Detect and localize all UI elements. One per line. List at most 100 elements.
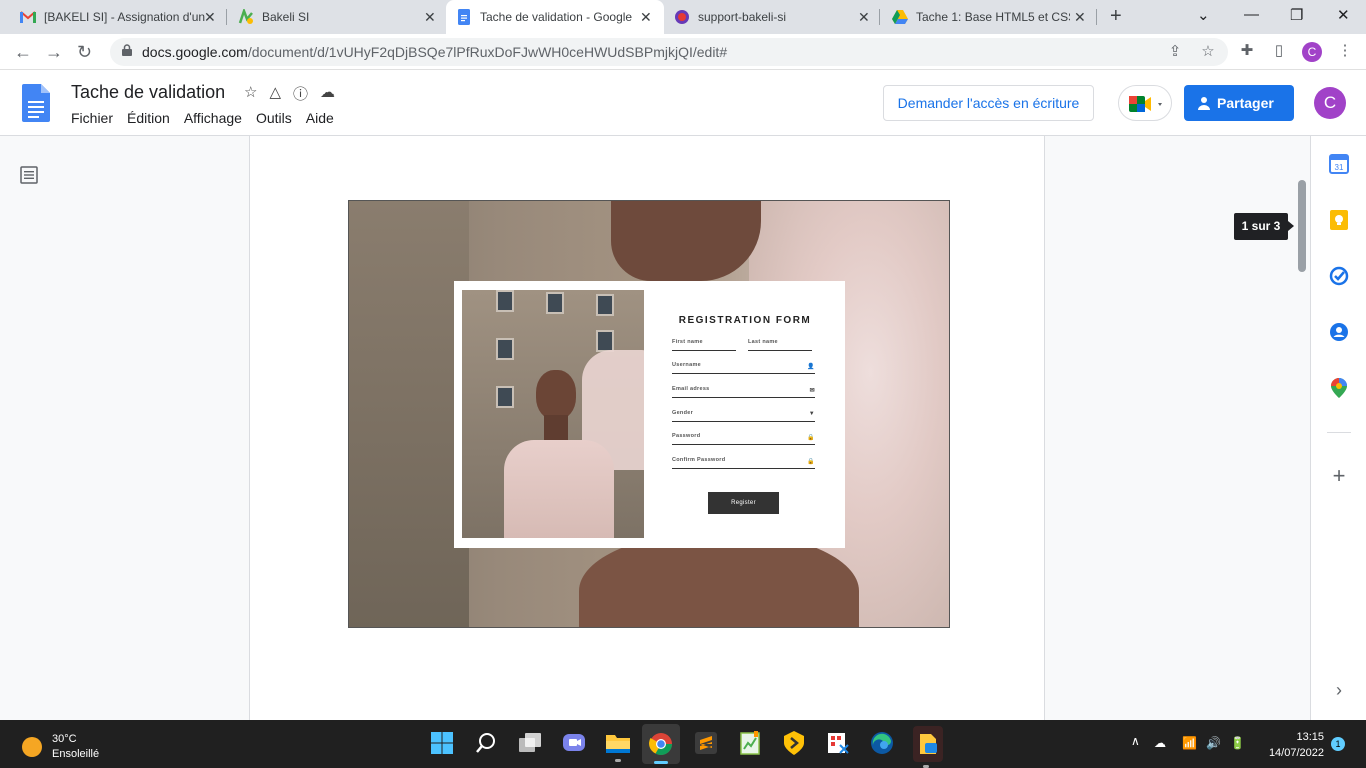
new-tab-button[interactable]: + [1110,6,1122,26]
edge-icon[interactable] [869,730,895,756]
photo-dress [504,440,614,538]
tab-bakeli[interactable]: Bakeli SI [230,0,420,34]
close-tab-icon[interactable]: ✕ [204,9,216,25]
teams-chat-icon[interactable] [561,730,587,756]
restore-icon[interactable]: ❐ [1290,6,1303,24]
tab-gmail[interactable]: [BAKELI SI] - Assignation d'un [12,0,217,34]
vertical-scrollbar[interactable] [1298,180,1306,272]
document-outline-icon[interactable] [20,166,38,184]
document-canvas: REGISTRATION FORM First name Last name U… [0,136,1310,720]
photo-window [496,290,514,312]
close-tab-icon[interactable]: ✕ [858,9,870,25]
notification-badge[interactable]: 1 [1331,737,1345,751]
onedrive-icon[interactable]: ☁ [1154,736,1166,750]
menu-affichage[interactable]: Affichage [184,110,242,126]
close-tab-icon[interactable]: ✕ [424,9,436,25]
back-icon[interactable]: ← [14,42,32,62]
menu-kebab-icon[interactable]: ⋮ [1336,42,1354,60]
extensions-icon[interactable]: ✚ [1238,42,1256,60]
share-page-icon[interactable]: ⇪ [1166,43,1184,61]
show-hidden-icons[interactable]: ∧ [1131,734,1140,748]
close-tab-icon[interactable]: ✕ [1074,9,1086,25]
file-explorer-icon[interactable] [605,730,631,762]
os-taskbar: 30°C Ensoleillé ∧ ☁ 📶 🔊 🔋 13:15 14/07/20… [0,720,1366,768]
username-field: Username 👤 [672,362,815,374]
document-title[interactable]: Tache de validation [71,82,225,103]
meet-button[interactable] [1118,85,1172,121]
bakeli-icon [238,9,254,25]
docs-logo-icon[interactable] [22,84,50,122]
registration-card: REGISTRATION FORM First name Last name U… [454,281,845,548]
tasks-icon[interactable] [1329,266,1349,286]
tab-docs[interactable]: Tache de validation - Google [446,0,664,34]
account-avatar[interactable]: C [1314,87,1346,119]
app-grid-icon[interactable] [825,730,851,756]
side-panel: 31 + › [1310,136,1366,720]
share-button[interactable]: Partager [1184,85,1294,121]
search-icon[interactable] [473,730,499,756]
reload-icon[interactable]: ↻ [77,42,92,62]
system-clock[interactable]: 13:15 14/07/2022 [1262,729,1324,761]
bookmark-star-icon[interactable]: ☆ [1199,43,1217,61]
photo-window [596,294,614,316]
mail-icon: ✉ [809,388,815,394]
address-bar[interactable]: docs.google.com/document/d/1vUHyF2qDjBSQ… [110,38,1228,66]
close-window-icon[interactable]: ✕ [1337,6,1350,24]
start-icon[interactable] [429,730,455,756]
embedded-form-screenshot[interactable]: REGISTRATION FORM First name Last name U… [348,200,950,628]
register-button: Register [708,492,779,514]
url-text: docs.google.com/document/d/1vUHyF2qDjBSQ… [142,44,728,60]
gmail-icon [20,9,36,25]
tab-drive[interactable]: Tache 1: Base HTML5 et CSS3 [884,0,1070,34]
add-addon-icon[interactable]: + [1329,463,1349,488]
calendar-icon[interactable]: 31 [1329,154,1349,174]
first-name-field: First name [672,339,736,351]
app-icon [674,9,690,25]
forward-icon[interactable]: → [45,42,63,62]
tab-search-icon[interactable]: ⌄ [1197,6,1210,24]
notepad-chart-icon[interactable] [737,730,763,756]
maps-icon[interactable] [1329,378,1349,398]
star-icon[interactable]: ☆ [244,83,257,104]
chrome-icon[interactable] [642,724,680,764]
menu-edition[interactable]: Édition [127,110,170,126]
cloud-status-icon[interactable]: ☁ [320,83,335,104]
confirm-password-field: Confirm Password 🔒 [672,457,815,469]
app-shield-icon[interactable] [781,730,807,756]
request-edit-access-button[interactable]: Demander l'accès en écriture [883,85,1094,121]
background-building [349,201,469,627]
contacts-icon[interactable] [1329,322,1349,342]
photo-window [496,386,514,408]
side-panel-icon[interactable]: ▯ [1270,42,1288,60]
move-to-drive-icon[interactable]: △ [269,83,281,104]
meet-icon [1129,96,1162,112]
task-view-icon[interactable] [517,730,543,756]
minimize-icon[interactable]: — [1244,6,1259,23]
menu-outils[interactable]: Outils [256,110,292,126]
profile-avatar[interactable]: C [1302,42,1322,62]
collapse-panel-icon[interactable]: › [1329,680,1349,700]
weather-condition: Ensoleillé [52,748,100,760]
photo-window [496,338,514,360]
wifi-icon[interactable]: 📶 [1182,736,1197,750]
user-icon: 👤 [807,364,815,370]
weather-widget[interactable]: 30°C Ensoleillé [22,732,99,762]
sublime-text-icon[interactable] [693,730,719,756]
tab-support[interactable]: support-bakeli-si [666,0,856,34]
menu-aide[interactable]: Aide [306,110,334,126]
registration-form: REGISTRATION FORM First name Last name U… [672,281,815,548]
document-page: REGISTRATION FORM First name Last name U… [249,136,1045,720]
email-field: Email adress ✉ [672,386,815,398]
lock-icon: 🔒 [807,435,815,441]
sun-icon [22,737,42,757]
xampp-file-icon[interactable] [913,726,943,768]
close-tab-icon[interactable]: ✕ [640,9,652,25]
battery-icon[interactable]: 🔋 [1230,736,1245,750]
menu-fichier[interactable]: Fichier [71,110,113,126]
caret-down-icon: ▼ [808,411,815,417]
lock-icon [122,44,132,56]
volume-icon[interactable]: 🔊 [1206,736,1221,750]
keep-icon[interactable] [1329,210,1349,230]
drive-icon [892,9,908,25]
info-icon[interactable]: ⓘ [293,83,308,104]
